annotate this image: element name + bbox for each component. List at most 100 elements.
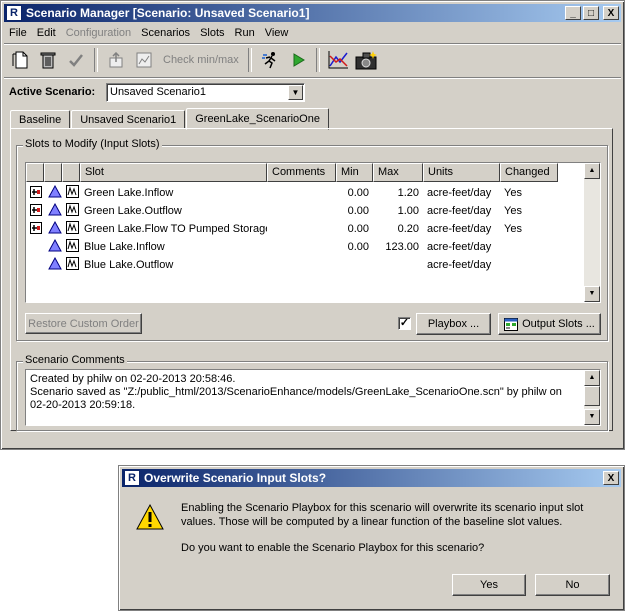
menu-file[interactable]: File [4, 27, 32, 39]
table-row[interactable]: Blue Lake.Inflow 0.00 123.00 acre-feet/d… [26, 238, 558, 256]
series-slot-icon [62, 221, 80, 237]
toolbar: Check min/max [7, 46, 379, 74]
slot-compare-icon[interactable] [26, 221, 44, 237]
dialog-title-bar[interactable]: R Overwrite Scenario Input Slots? X [122, 469, 621, 487]
menu-divider [4, 43, 621, 45]
menu-run[interactable]: Run [230, 27, 260, 39]
table-row[interactable]: Green Lake.Outflow 0.00 1.00 acre-feet/d… [26, 202, 558, 220]
table-row[interactable]: Green Lake.Flow TO Pumped Storage 0.00 0… [26, 220, 558, 238]
col-header-units[interactable]: Units [423, 163, 500, 182]
close-button[interactable]: X [603, 6, 619, 20]
tab-greenlake-scenarioone[interactable]: GreenLake_ScenarioOne [186, 108, 329, 130]
reservoir-icon [44, 185, 62, 201]
minimize-button[interactable]: _ [565, 6, 581, 20]
snapshot-camera-icon[interactable] [353, 47, 379, 73]
active-scenario-dropdown[interactable]: Unsaved Scenario1 ▼ [106, 83, 305, 102]
tab-baseline[interactable]: Baseline [10, 110, 71, 129]
overwrite-dialog: R Overwrite Scenario Input Slots? X Enab… [118, 465, 625, 611]
table-header: Slot Comments Min Max Units Changed [26, 163, 558, 182]
output-slots-button[interactable]: Output Slots ... [498, 313, 601, 335]
slot-units: acre-feet/day [427, 259, 492, 271]
yes-button[interactable]: Yes [452, 574, 526, 596]
slot-units: acre-feet/day [427, 205, 492, 217]
export-icon[interactable] [103, 47, 129, 73]
active-scenario-label: Active Scenario: [9, 86, 96, 98]
table-vertical-scrollbar[interactable]: ▲ ▼ [584, 163, 600, 302]
output-chart-icon[interactable] [325, 47, 351, 73]
scenario-comments-textarea[interactable]: Created by philw on 02-20-2013 20:58:46.… [25, 369, 601, 426]
col-header-icon1[interactable] [26, 163, 44, 182]
slot-min[interactable]: 0.00 [336, 241, 373, 253]
slot-max[interactable]: 0.20 [373, 223, 423, 235]
maximize-button[interactable]: □ [583, 6, 599, 20]
reservoir-icon [44, 221, 62, 237]
dialog-message-line2: values. Those will be computed by a line… [181, 516, 563, 528]
slots-group-label: Slots to Modify (Input Slots) [23, 138, 162, 150]
delete-trash-icon[interactable] [35, 47, 61, 73]
toolbar-separator [94, 48, 98, 72]
comment-line: 02-20-2013 20:59:18. [30, 399, 136, 411]
plot-icon[interactable] [131, 47, 157, 73]
slot-max[interactable]: 123.00 [373, 241, 423, 253]
toolbar-divider [4, 77, 621, 79]
menu-bar: File Edit Configuration Scenarios Slots … [4, 24, 293, 42]
col-header-comments[interactable]: Comments [267, 163, 336, 182]
slot-name: Green Lake.Flow TO Pumped Storage [84, 223, 267, 235]
runner-icon[interactable] [257, 47, 283, 73]
scroll-thumb[interactable] [584, 386, 600, 406]
col-header-icon2[interactable] [44, 163, 62, 182]
col-header-icon3[interactable] [62, 163, 80, 182]
slot-compare-icon[interactable] [26, 185, 44, 201]
scroll-down-icon[interactable]: ▼ [584, 286, 600, 302]
restore-custom-order-button[interactable]: Restore Custom Order [25, 313, 142, 334]
slot-units: acre-feet/day [427, 223, 492, 235]
new-icon[interactable] [7, 47, 33, 73]
tab-unsaved-scenario1[interactable]: Unsaved Scenario1 [71, 110, 186, 129]
menu-scenarios[interactable]: Scenarios [136, 27, 195, 39]
col-header-max[interactable]: Max [373, 163, 423, 182]
dialog-question: Do you want to enable the Scenario Playb… [181, 542, 485, 554]
col-header-slot[interactable]: Slot [80, 163, 267, 182]
comments-vertical-scrollbar[interactable]: ▲ ▼ [584, 370, 600, 425]
col-header-min[interactable]: Min [336, 163, 373, 182]
warning-icon [135, 503, 165, 534]
series-slot-icon [62, 185, 80, 201]
scenario-tabs: Baseline Unsaved Scenario1 GreenLake_Sce… [10, 108, 330, 130]
slot-compare-icon[interactable] [26, 203, 44, 219]
slot-min[interactable]: 0.00 [336, 187, 373, 199]
slot-max[interactable]: 1.20 [373, 187, 423, 199]
slot-changed: Yes [504, 187, 522, 199]
comment-line: Scenario saved as "Z:/public_html/2013/S… [30, 386, 562, 398]
col-header-changed[interactable]: Changed [500, 163, 558, 182]
slot-min[interactable]: 0.00 [336, 205, 373, 217]
dialog-close-button[interactable]: X [603, 471, 619, 485]
table-row[interactable]: Blue Lake.Outflow acre-feet/day [26, 256, 558, 274]
menu-slots[interactable]: Slots [195, 27, 229, 39]
playbox-checkbox[interactable]: ✓ [398, 317, 411, 330]
slot-changed: Yes [504, 223, 522, 235]
menu-edit[interactable]: Edit [32, 27, 61, 39]
slot-changed: Yes [504, 205, 522, 217]
series-slot-icon [62, 239, 80, 255]
playbox-button[interactable]: Playbox ... [416, 313, 491, 335]
slot-min[interactable]: 0.00 [336, 223, 373, 235]
scroll-up-icon[interactable]: ▲ [584, 370, 600, 386]
scenario-manager-window: R Scenario Manager [Scenario: Unsaved Sc… [0, 0, 625, 450]
app-logo-icon: R [124, 470, 140, 486]
dialog-title: Overwrite Scenario Input Slots? [144, 471, 327, 485]
table-row[interactable]: Green Lake.Inflow 0.00 1.20 acre-feet/da… [26, 184, 558, 202]
checkmark-icon[interactable] [63, 47, 89, 73]
menu-configuration[interactable]: Configuration [61, 27, 136, 39]
scroll-down-icon[interactable]: ▼ [584, 409, 600, 425]
slot-units: acre-feet/day [427, 187, 492, 199]
play-run-icon[interactable] [285, 47, 311, 73]
title-bar[interactable]: R Scenario Manager [Scenario: Unsaved Sc… [4, 4, 621, 22]
chevron-down-icon[interactable]: ▼ [288, 85, 303, 100]
slot-max[interactable]: 1.00 [373, 205, 423, 217]
series-slot-icon [62, 203, 80, 219]
check-min-max-button[interactable]: Check min/max [159, 54, 243, 66]
no-button[interactable]: No [535, 574, 610, 596]
scroll-up-icon[interactable]: ▲ [584, 163, 600, 179]
menu-view[interactable]: View [260, 27, 294, 39]
slot-name: Green Lake.Outflow [84, 205, 182, 217]
